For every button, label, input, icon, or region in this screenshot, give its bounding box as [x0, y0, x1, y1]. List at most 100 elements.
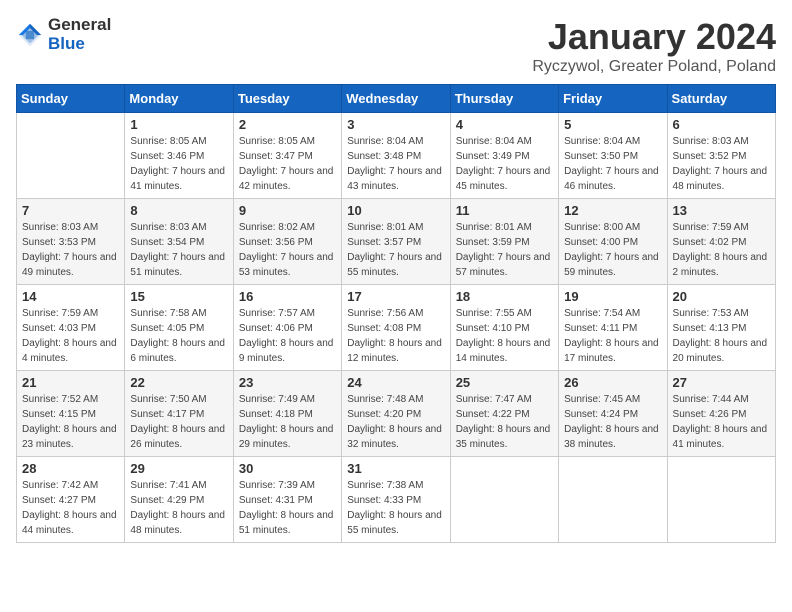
- calendar-day-cell: 28 Sunrise: 7:42 AMSunset: 4:27 PMDayligh…: [17, 457, 125, 543]
- calendar-day-cell: 25Sunrise: 7:47 AMSunset: 4:22 PMDayligh…: [450, 371, 558, 457]
- calendar-day-cell: 18 Sunrise: 7:55 AMSunset: 4:10 PMDayligh…: [450, 285, 558, 371]
- calendar-day-cell: 23 Sunrise: 7:49 AMSunset: 4:18 PMDayligh…: [233, 371, 341, 457]
- logo: General Blue: [16, 16, 111, 53]
- day-info: Sunrise: 7:53 AMSunset: 4:13 PMDaylight:…: [673, 306, 770, 366]
- day-info: Sunrise: 7:41 AMSunset: 4:29 PMDaylight:…: [130, 478, 227, 538]
- calendar-day-cell: 31Sunrise: 7:38 AMSunset: 4:33 PMDayligh…: [342, 457, 450, 543]
- calendar-day-cell: [450, 457, 558, 543]
- day-number: 21: [22, 375, 119, 390]
- day-info: Sunrise: 7:58 AMSunset: 4:05 PMDaylight:…: [130, 306, 227, 366]
- day-info: Sunrise: 7:56 AMSunset: 4:08 PMDaylight:…: [347, 306, 444, 366]
- calendar-day-cell: 5 Sunrise: 8:04 AMSunset: 3:50 PMDaylight…: [559, 113, 667, 199]
- day-number: 13: [673, 203, 770, 218]
- day-number: 25: [456, 375, 553, 390]
- day-number: 5: [564, 117, 661, 132]
- calendar-weekday-header: Friday: [559, 85, 667, 113]
- day-info: Sunrise: 8:04 AMSunset: 3:49 PMDaylight:…: [456, 134, 553, 194]
- calendar-weekday-header: Sunday: [17, 85, 125, 113]
- calendar-day-cell: 22 Sunrise: 7:50 AMSunset: 4:17 PMDayligh…: [125, 371, 233, 457]
- calendar-day-cell: 27 Sunrise: 7:44 AMSunset: 4:26 PMDayligh…: [667, 371, 775, 457]
- day-number: 24: [347, 375, 444, 390]
- day-info: Sunrise: 8:03 AMSunset: 3:54 PMDaylight:…: [130, 220, 227, 280]
- day-info: Sunrise: 7:44 AMSunset: 4:26 PMDaylight:…: [673, 392, 770, 452]
- calendar-day-cell: 13Sunrise: 7:59 AMSunset: 4:02 PMDayligh…: [667, 199, 775, 285]
- day-info: Sunrise: 8:00 AMSunset: 4:00 PMDaylight:…: [564, 220, 661, 280]
- calendar-day-cell: 4 Sunrise: 8:04 AMSunset: 3:49 PMDaylight…: [450, 113, 558, 199]
- day-number: 20: [673, 289, 770, 304]
- calendar-weekday-header: Tuesday: [233, 85, 341, 113]
- day-number: 30: [239, 461, 336, 476]
- day-number: 31: [347, 461, 444, 476]
- day-number: 12: [564, 203, 661, 218]
- day-info: Sunrise: 7:42 AMSunset: 4:27 PMDaylight:…: [22, 478, 119, 538]
- day-number: 19: [564, 289, 661, 304]
- day-number: 28: [22, 461, 119, 476]
- day-number: 6: [673, 117, 770, 132]
- day-info: Sunrise: 7:55 AMSunset: 4:10 PMDaylight:…: [456, 306, 553, 366]
- calendar-weekday-header: Monday: [125, 85, 233, 113]
- day-info: Sunrise: 7:50 AMSunset: 4:17 PMDaylight:…: [130, 392, 227, 452]
- calendar-weekday-header: Wednesday: [342, 85, 450, 113]
- day-info: Sunrise: 7:54 AMSunset: 4:11 PMDaylight:…: [564, 306, 661, 366]
- calendar-day-cell: 1Sunrise: 8:05 AMSunset: 3:46 PMDaylight…: [125, 113, 233, 199]
- calendar-day-cell: 8Sunrise: 8:03 AMSunset: 3:54 PMDaylight…: [125, 199, 233, 285]
- logo-text-group: General Blue: [48, 16, 111, 53]
- day-number: 26: [564, 375, 661, 390]
- day-number: 29: [130, 461, 227, 476]
- logo-general: General: [48, 16, 111, 35]
- calendar-day-cell: 6 Sunrise: 8:03 AMSunset: 3:52 PMDaylight…: [667, 113, 775, 199]
- day-number: 1: [130, 117, 227, 132]
- calendar-day-cell: 12 Sunrise: 8:00 AMSunset: 4:00 PMDayligh…: [559, 199, 667, 285]
- calendar-day-cell: 29 Sunrise: 7:41 AMSunset: 4:29 PMDayligh…: [125, 457, 233, 543]
- day-info: Sunrise: 8:01 AMSunset: 3:59 PMDaylight:…: [456, 220, 553, 280]
- day-number: 15: [130, 289, 227, 304]
- day-info: Sunrise: 7:57 AMSunset: 4:06 PMDaylight:…: [239, 306, 336, 366]
- calendar-day-cell: 21 Sunrise: 7:52 AMSunset: 4:15 PMDayligh…: [17, 371, 125, 457]
- calendar-week-row: 1Sunrise: 8:05 AMSunset: 3:46 PMDaylight…: [17, 113, 776, 199]
- calendar-weekday-header: Saturday: [667, 85, 775, 113]
- day-number: 4: [456, 117, 553, 132]
- day-number: 18: [456, 289, 553, 304]
- day-number: 10: [347, 203, 444, 218]
- day-number: 27: [673, 375, 770, 390]
- calendar-header-row: SundayMondayTuesdayWednesdayThursdayFrid…: [17, 85, 776, 113]
- day-number: 23: [239, 375, 336, 390]
- day-number: 7: [22, 203, 119, 218]
- day-info: Sunrise: 7:49 AMSunset: 4:18 PMDaylight:…: [239, 392, 336, 452]
- calendar-day-cell: 7 Sunrise: 8:03 AMSunset: 3:53 PMDaylight…: [17, 199, 125, 285]
- calendar-day-cell: 2Sunrise: 8:05 AMSunset: 3:47 PMDaylight…: [233, 113, 341, 199]
- day-number: 2: [239, 117, 336, 132]
- day-info: Sunrise: 7:45 AMSunset: 4:24 PMDaylight:…: [564, 392, 661, 452]
- day-info: Sunrise: 8:02 AMSunset: 3:56 PMDaylight:…: [239, 220, 336, 280]
- title-section: January 2024 Ryczywol, Greater Poland, P…: [532, 16, 776, 76]
- page-header: General Blue January 2024 Ryczywol, Grea…: [16, 16, 776, 76]
- calendar-day-cell: [559, 457, 667, 543]
- calendar-day-cell: 24 Sunrise: 7:48 AMSunset: 4:20 PMDayligh…: [342, 371, 450, 457]
- calendar-day-cell: 14 Sunrise: 7:59 AMSunset: 4:03 PMDayligh…: [17, 285, 125, 371]
- logo-icon: [16, 21, 44, 49]
- calendar-week-row: 21 Sunrise: 7:52 AMSunset: 4:15 PMDayligh…: [17, 371, 776, 457]
- calendar-day-cell: 20 Sunrise: 7:53 AMSunset: 4:13 PMDayligh…: [667, 285, 775, 371]
- day-number: 22: [130, 375, 227, 390]
- calendar-day-cell: 11Sunrise: 8:01 AMSunset: 3:59 PMDayligh…: [450, 199, 558, 285]
- day-number: 17: [347, 289, 444, 304]
- calendar-day-cell: 26 Sunrise: 7:45 AMSunset: 4:24 PMDayligh…: [559, 371, 667, 457]
- day-info: Sunrise: 8:03 AMSunset: 3:52 PMDaylight:…: [673, 134, 770, 194]
- day-info: Sunrise: 8:04 AMSunset: 3:50 PMDaylight:…: [564, 134, 661, 194]
- calendar-day-cell: [17, 113, 125, 199]
- day-info: Sunrise: 8:04 AMSunset: 3:48 PMDaylight:…: [347, 134, 444, 194]
- calendar-day-cell: 30Sunrise: 7:39 AMSunset: 4:31 PMDayligh…: [233, 457, 341, 543]
- day-info: Sunrise: 7:59 AMSunset: 4:03 PMDaylight:…: [22, 306, 119, 366]
- day-number: 14: [22, 289, 119, 304]
- calendar-day-cell: 16Sunrise: 7:57 AMSunset: 4:06 PMDayligh…: [233, 285, 341, 371]
- calendar-day-cell: 17 Sunrise: 7:56 AMSunset: 4:08 PMDayligh…: [342, 285, 450, 371]
- day-info: Sunrise: 7:52 AMSunset: 4:15 PMDaylight:…: [22, 392, 119, 452]
- logo-blue: Blue: [48, 35, 111, 54]
- day-info: Sunrise: 8:03 AMSunset: 3:53 PMDaylight:…: [22, 220, 119, 280]
- calendar-day-cell: 10Sunrise: 8:01 AMSunset: 3:57 PMDayligh…: [342, 199, 450, 285]
- day-info: Sunrise: 7:48 AMSunset: 4:20 PMDaylight:…: [347, 392, 444, 452]
- day-number: 3: [347, 117, 444, 132]
- location-subtitle: Ryczywol, Greater Poland, Poland: [532, 58, 776, 76]
- calendar-day-cell: 19 Sunrise: 7:54 AMSunset: 4:11 PMDayligh…: [559, 285, 667, 371]
- calendar-week-row: 14 Sunrise: 7:59 AMSunset: 4:03 PMDayligh…: [17, 285, 776, 371]
